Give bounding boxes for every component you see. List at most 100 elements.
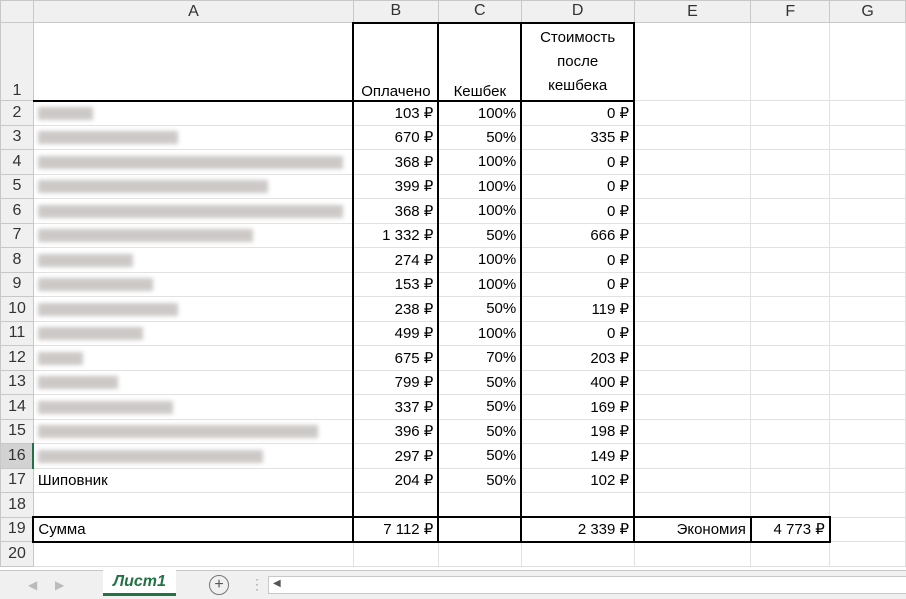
item-name-cell[interactable]: Шиповник <box>32 467 354 493</box>
cell-e[interactable] <box>633 271 752 297</box>
item-name-cell[interactable] <box>32 418 354 444</box>
add-sheet-icon[interactable]: + <box>209 575 229 595</box>
cell-g[interactable] <box>829 320 906 346</box>
row-header[interactable]: 1 <box>0 22 34 101</box>
cell-g19[interactable] <box>829 516 906 542</box>
cell-e[interactable] <box>633 100 752 126</box>
cost-after-cell[interactable]: 0 ₽ <box>520 320 636 346</box>
cell-e[interactable] <box>633 345 752 371</box>
scroll-tabs-left-icon[interactable]: ◀ <box>28 578 37 592</box>
paid-cell[interactable]: 103 ₽ <box>352 100 440 126</box>
cell-e[interactable] <box>633 320 752 346</box>
paid-cell[interactable]: 399 ₽ <box>352 173 440 199</box>
cell-d18[interactable] <box>520 492 636 518</box>
row-header[interactable]: 16 <box>0 443 35 469</box>
cashback-cell[interactable]: 70% <box>437 345 523 371</box>
spreadsheet-grid[interactable]: ABCDEFG 1 Оплачено Кешбек Стоимость посл… <box>0 0 906 567</box>
cell-f[interactable] <box>750 296 831 322</box>
paid-cell[interactable]: 368 ₽ <box>352 198 440 224</box>
cell-f[interactable] <box>750 173 831 199</box>
cell-g[interactable] <box>829 467 906 493</box>
cell-e1[interactable] <box>633 22 752 101</box>
cell-f[interactable] <box>750 394 831 420</box>
row-header[interactable]: 15 <box>0 418 34 444</box>
cell-e[interactable] <box>633 198 752 224</box>
item-name-cell[interactable] <box>32 100 354 126</box>
savings-label[interactable]: Экономия <box>633 516 752 543</box>
cashback-cell[interactable]: 100% <box>437 247 523 273</box>
cashback-cell[interactable]: 50% <box>437 296 523 322</box>
cashback-cell[interactable]: 100% <box>437 100 523 126</box>
cost-after-cell[interactable]: 0 ₽ <box>520 100 636 126</box>
header-cost-after[interactable]: Стоимость после кешбека <box>520 21 636 102</box>
row-header[interactable]: 8 <box>0 247 34 273</box>
cell-e[interactable] <box>633 394 752 420</box>
cashback-cell[interactable]: 50% <box>437 418 523 444</box>
cell-g[interactable] <box>829 247 906 273</box>
paid-cell[interactable]: 675 ₽ <box>352 345 440 371</box>
item-name-cell[interactable] <box>32 247 354 273</box>
paid-cell[interactable]: 670 ₽ <box>352 124 440 150</box>
cell-g[interactable] <box>829 173 906 199</box>
scroll-left-icon[interactable]: ◀ <box>273 578 281 589</box>
paid-cell[interactable]: 396 ₽ <box>352 418 440 444</box>
cashback-cell[interactable]: 50% <box>437 443 523 469</box>
cashback-cell[interactable]: 100% <box>437 173 523 199</box>
cashback-cell[interactable]: 50% <box>437 467 523 493</box>
header-cashback[interactable]: Кешбек <box>437 21 523 102</box>
row-header[interactable]: 5 <box>0 173 34 199</box>
paid-cell[interactable]: 337 ₽ <box>352 394 440 420</box>
cell-f[interactable] <box>750 222 831 248</box>
cell-e[interactable] <box>633 247 752 273</box>
item-name-cell[interactable] <box>32 222 354 248</box>
item-name-cell[interactable] <box>32 369 354 395</box>
item-name-cell[interactable] <box>32 443 354 469</box>
cell-g[interactable] <box>829 100 906 126</box>
column-header[interactable]: E <box>633 0 752 23</box>
paid-cell[interactable]: 368 ₽ <box>352 149 440 175</box>
cashback-cell[interactable]: 50% <box>437 369 523 395</box>
cashback-cell[interactable]: 50% <box>437 222 523 248</box>
row-header[interactable]: 2 <box>0 100 34 126</box>
cell-g[interactable] <box>829 345 906 371</box>
cell-g[interactable] <box>829 394 906 420</box>
cashback-cell[interactable]: 100% <box>437 271 523 297</box>
paid-cell[interactable]: 204 ₽ <box>352 467 440 493</box>
row-header[interactable]: 12 <box>0 345 34 371</box>
cell-e[interactable] <box>633 369 752 395</box>
cell-f[interactable] <box>750 467 831 493</box>
cell-b20[interactable] <box>352 541 439 567</box>
cost-after-cell[interactable]: 102 ₽ <box>520 467 636 493</box>
cell-f[interactable] <box>750 124 831 150</box>
row-header[interactable]: 14 <box>0 394 34 420</box>
cost-after-cell[interactable]: 666 ₽ <box>520 222 636 248</box>
header-paid[interactable]: Оплачено <box>352 21 440 102</box>
cell-a18[interactable] <box>32 492 354 518</box>
row-header[interactable]: 13 <box>0 369 34 395</box>
paid-cell[interactable]: 274 ₽ <box>352 247 440 273</box>
column-header[interactable]: C <box>437 0 522 23</box>
cell-g1[interactable] <box>829 22 906 101</box>
cost-after-cell[interactable]: 0 ₽ <box>520 198 636 224</box>
cashback-cell[interactable]: 100% <box>437 149 523 175</box>
row-header[interactable]: 20 <box>0 541 34 567</box>
cell-g[interactable] <box>829 271 906 297</box>
cell-g[interactable] <box>829 443 906 469</box>
paid-cell[interactable]: 499 ₽ <box>352 320 440 346</box>
paid-cell[interactable]: 153 ₽ <box>352 271 440 297</box>
cell-f[interactable] <box>750 271 831 297</box>
row-header[interactable]: 7 <box>0 222 34 248</box>
cell-g[interactable] <box>829 149 906 175</box>
total-cost-after[interactable]: 2 339 ₽ <box>520 516 636 543</box>
select-all-corner[interactable] <box>0 0 34 23</box>
cell-g18[interactable] <box>829 492 906 518</box>
cost-after-cell[interactable]: 0 ₽ <box>520 247 636 273</box>
item-name-cell[interactable] <box>32 394 354 420</box>
cell-e[interactable] <box>633 296 752 322</box>
cell-g[interactable] <box>829 369 906 395</box>
item-name-cell[interactable] <box>32 149 354 175</box>
scroll-tabs-right-icon[interactable]: ▶ <box>55 578 64 592</box>
splitter-handle[interactable]: ⋮ <box>250 576 264 593</box>
cell-f18[interactable] <box>750 492 831 518</box>
row-header[interactable]: 19 <box>0 516 34 542</box>
